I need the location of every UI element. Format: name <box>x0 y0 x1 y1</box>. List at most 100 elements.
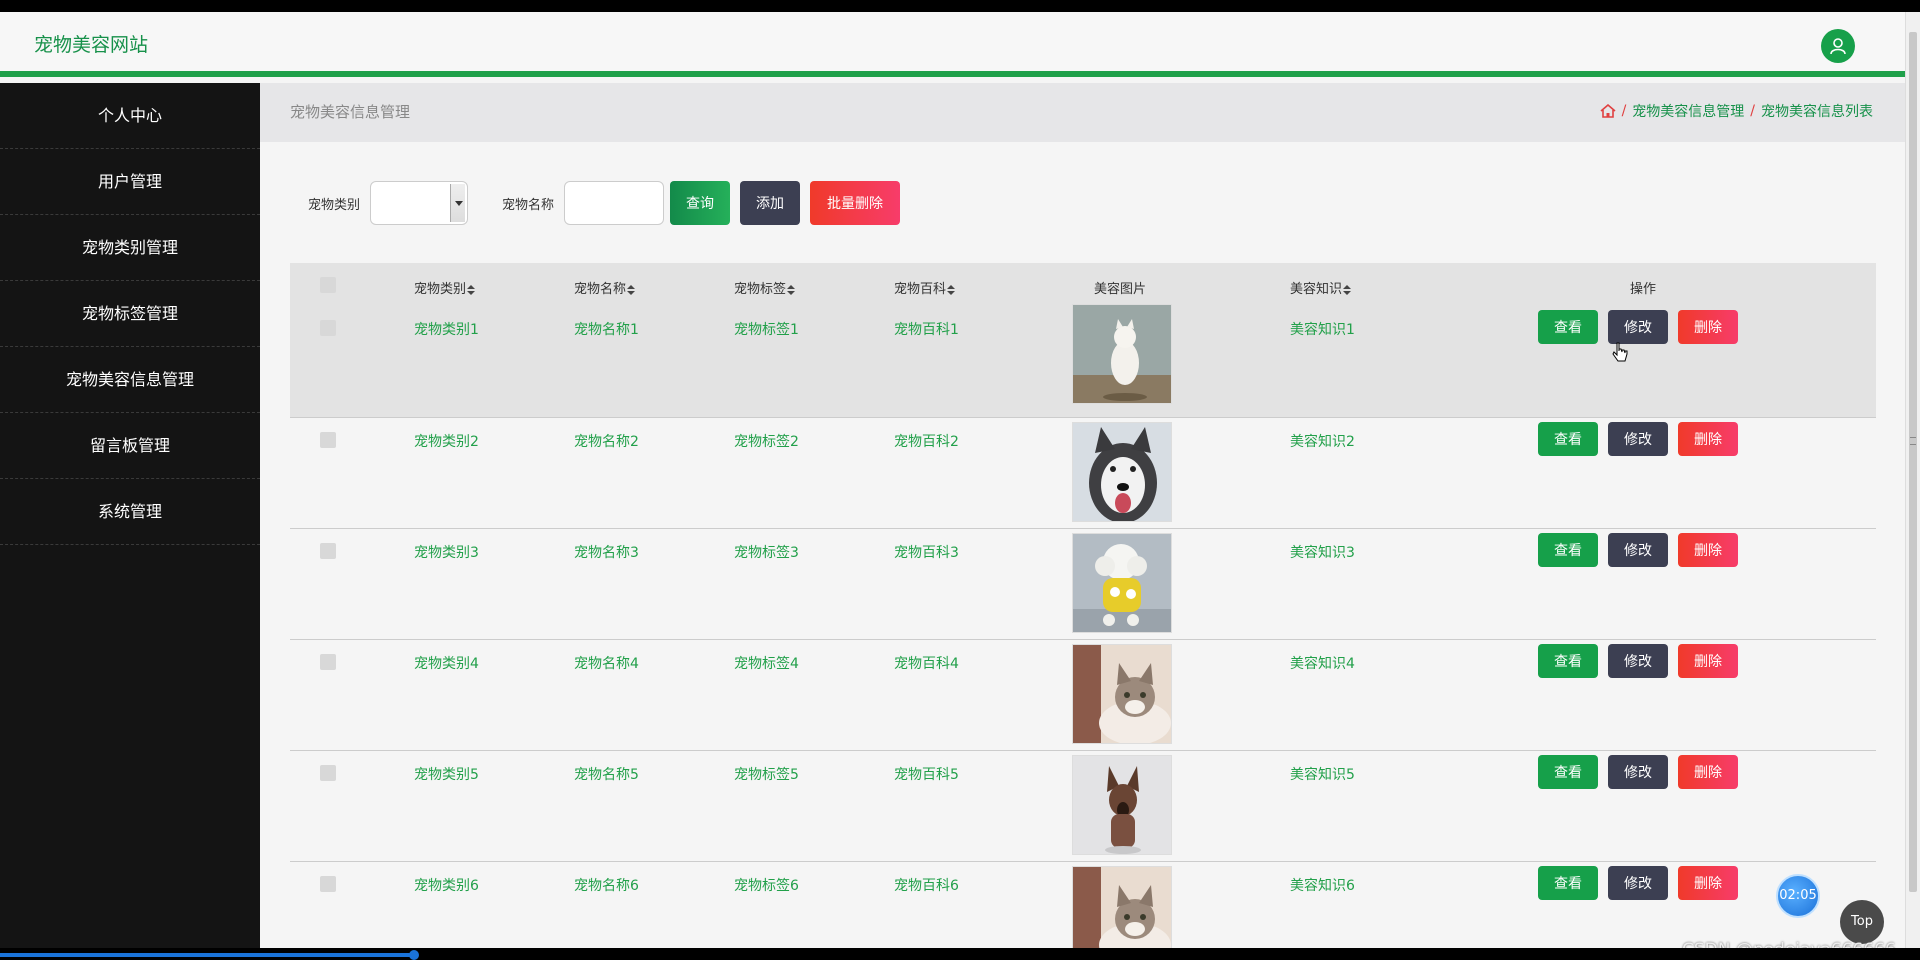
cell-image[interactable] <box>1072 304 1172 404</box>
cell-tag: 宠物标签5 <box>734 767 799 783</box>
chevron-down-icon[interactable] <box>450 184 466 222</box>
column-header-image: 美容图片 <box>1094 282 1147 297</box>
cell-image[interactable] <box>1072 533 1172 633</box>
breadcrumb-item-list: 宠物美容信息列表 <box>1761 104 1873 120</box>
progress-fill <box>0 953 415 957</box>
cell-wiki: 宠物百科1 <box>894 322 959 338</box>
category-select[interactable] <box>370 181 469 225</box>
row-checkbox[interactable] <box>320 654 336 670</box>
cell-category: 宠物类别4 <box>414 656 479 672</box>
table-row: 宠物类别1 宠物名称1 宠物标签1 宠物百科1 美容知识1 查看 修改 删除 <box>290 304 1876 418</box>
edit-button[interactable]: 修改 <box>1608 755 1668 789</box>
table-row: 宠物类别4 宠物名称4 宠物标签4 宠物百科4 美容知识4 查看 修改 删除 <box>290 640 1876 751</box>
cell-wiki: 宠物百科5 <box>894 767 959 783</box>
cell-knowledge: 美容知识3 <box>1290 545 1355 561</box>
view-button[interactable]: 查看 <box>1538 422 1598 456</box>
sort-icon <box>1343 284 1352 295</box>
column-header-category[interactable]: 宠物类别 <box>414 278 476 297</box>
home-icon[interactable] <box>1600 104 1616 118</box>
table-row: 宠物类别3 宠物名称3 宠物标签3 宠物百科3 美容知识3 查看 修改 删除 <box>290 529 1876 640</box>
row-checkbox[interactable] <box>320 543 336 559</box>
cell-knowledge: 美容知识4 <box>1290 656 1355 672</box>
breadcrumb-bar: 宠物美容信息管理 / 宠物美容信息管理 / 宠物美容信息列表 <box>260 83 1905 142</box>
sidebar-item-pet-tag[interactable]: 宠物标签管理 <box>0 281 260 347</box>
sidebar-item-pet-category[interactable]: 宠物类别管理 <box>0 215 260 281</box>
query-button[interactable]: 查询 <box>670 181 731 225</box>
column-header-actions: 操作 <box>1630 282 1657 297</box>
cell-name: 宠物名称3 <box>574 545 639 561</box>
delete-button[interactable]: 删除 <box>1678 644 1738 678</box>
bulk-delete-button[interactable]: 批量删除 <box>810 181 901 225</box>
sort-icon <box>787 284 796 295</box>
app-window: 宠物美容网站 个人中心 用户管理 宠物类别管理 宠物标签管理 宠物美容信息管理 … <box>0 12 1905 948</box>
column-header-tag[interactable]: 宠物标签 <box>734 278 796 297</box>
sidebar-item-user-management[interactable]: 用户管理 <box>0 149 260 215</box>
edit-button[interactable]: 修改 <box>1608 310 1668 344</box>
cell-tag: 宠物标签3 <box>734 545 799 561</box>
sort-icon <box>467 284 476 295</box>
data-table: 宠物类别 宠物名称 宠物标签 宠物百科 美容图片 美容知识 操作 宠物类别1 宠物… <box>290 263 1876 948</box>
cell-name: 宠物名称4 <box>574 656 639 672</box>
sidebar: 个人中心 用户管理 宠物类别管理 宠物标签管理 宠物美容信息管理 留言板管理 系… <box>0 83 260 948</box>
select-all-checkbox[interactable] <box>320 277 336 293</box>
sort-icon <box>947 284 956 295</box>
cell-image[interactable] <box>1072 755 1172 855</box>
column-header-wiki[interactable]: 宠物百科 <box>894 278 956 297</box>
row-checkbox[interactable] <box>320 432 336 448</box>
cell-tag: 宠物标签2 <box>734 434 799 450</box>
recording-timer: 02:05 <box>1776 874 1820 918</box>
edit-button[interactable]: 修改 <box>1608 533 1668 567</box>
view-button[interactable]: 查看 <box>1538 866 1598 900</box>
edit-button[interactable]: 修改 <box>1608 866 1668 900</box>
breadcrumb-item-grooming[interactable]: 宠物美容信息管理 <box>1632 101 1744 121</box>
cell-image[interactable] <box>1072 422 1172 522</box>
row-checkbox[interactable] <box>320 765 336 781</box>
progress-handle[interactable] <box>408 950 419 960</box>
edit-button[interactable]: 修改 <box>1608 644 1668 678</box>
user-avatar-button[interactable] <box>1821 29 1855 63</box>
view-button[interactable]: 查看 <box>1538 310 1598 344</box>
table-header: 宠物类别 宠物名称 宠物标签 宠物百科 美容图片 美容知识 操作 <box>290 263 1876 308</box>
delete-button[interactable]: 删除 <box>1678 310 1738 344</box>
main-content: 宠物美容信息管理 / 宠物美容信息管理 / 宠物美容信息列表 宠物类别 宠物名称 <box>260 83 1905 948</box>
edit-button[interactable]: 修改 <box>1608 422 1668 456</box>
cell-wiki: 宠物百科2 <box>894 434 959 450</box>
name-label: 宠物名称 <box>502 197 555 213</box>
cell-wiki: 宠物百科4 <box>894 656 959 672</box>
vertical-scrollbar[interactable] <box>1905 12 1920 948</box>
delete-button[interactable]: 删除 <box>1678 533 1738 567</box>
view-button[interactable]: 查看 <box>1538 644 1598 678</box>
table-body: 宠物类别1 宠物名称1 宠物标签1 宠物百科1 美容知识1 查看 修改 删除宠物类别2 宠物名称… <box>290 304 1876 948</box>
table-row: 宠物类别6 宠物名称6 宠物标签6 宠物百科6 美容知识6 查看 修改 删除 <box>290 862 1876 948</box>
delete-button[interactable]: 删除 <box>1678 422 1738 456</box>
cell-category: 宠物类别5 <box>414 767 479 783</box>
view-button[interactable]: 查看 <box>1538 533 1598 567</box>
view-button[interactable]: 查看 <box>1538 755 1598 789</box>
cell-image[interactable] <box>1072 644 1172 744</box>
sidebar-item-system[interactable]: 系统管理 <box>0 479 260 545</box>
cell-image[interactable] <box>1072 866 1172 948</box>
delete-button[interactable]: 删除 <box>1678 755 1738 789</box>
row-checkbox[interactable] <box>320 876 336 892</box>
cell-name: 宠物名称2 <box>574 434 639 450</box>
breadcrumb-separator: / <box>1750 103 1755 119</box>
video-progress-bar[interactable] <box>0 948 1920 960</box>
delete-button[interactable]: 删除 <box>1678 866 1738 900</box>
cell-knowledge: 美容知识2 <box>1290 434 1355 450</box>
back-to-top-button[interactable]: Top <box>1840 900 1884 944</box>
cell-wiki: 宠物百科6 <box>894 878 959 894</box>
sidebar-item-personal-center[interactable]: 个人中心 <box>0 83 260 149</box>
user-icon <box>1830 38 1846 55</box>
column-header-name[interactable]: 宠物名称 <box>574 278 636 297</box>
breadcrumb: / 宠物美容信息管理 / 宠物美容信息列表 <box>1600 101 1873 121</box>
add-button[interactable]: 添加 <box>740 181 801 225</box>
column-header-knowledge[interactable]: 美容知识 <box>1290 278 1352 297</box>
sidebar-item-message-board[interactable]: 留言板管理 <box>0 413 260 479</box>
page-title: 宠物美容信息管理 <box>290 103 411 121</box>
cell-category: 宠物类别2 <box>414 434 479 450</box>
sidebar-item-pet-grooming[interactable]: 宠物美容信息管理 <box>0 347 260 413</box>
scrollbar-thumb[interactable] <box>1909 32 1917 892</box>
row-checkbox[interactable] <box>320 320 336 336</box>
cell-name: 宠物名称1 <box>574 322 639 338</box>
name-input[interactable] <box>564 181 665 225</box>
